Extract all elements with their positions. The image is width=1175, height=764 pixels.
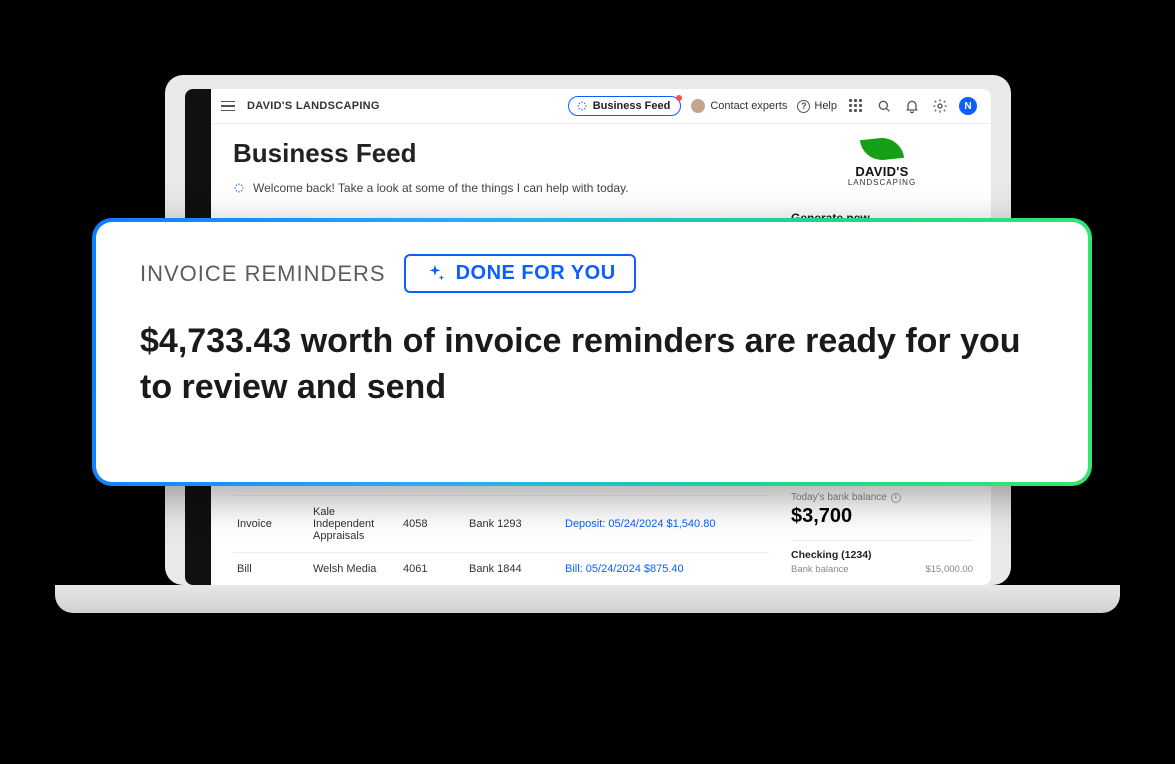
transaction-table: Invoice Kale Independent Appraisals 4058…	[233, 495, 769, 585]
business-feed-pill[interactable]: Business Feed	[568, 96, 682, 116]
done-for-you-label: DONE FOR YOU	[456, 262, 616, 285]
num-cell: 4058	[403, 518, 463, 530]
account-sub-label: Bank balance	[791, 564, 849, 575]
sparkle-icon	[424, 263, 446, 285]
total-balance: $3,700	[791, 505, 973, 528]
balance-label: Today's bank balance i	[791, 492, 973, 503]
help-button[interactable]: ? Help	[797, 100, 837, 113]
bank-cell: Bank 1844	[469, 563, 559, 575]
search-icon	[876, 98, 892, 114]
bank-accounts-section: Bank accounts As of today Today's bank b…	[791, 472, 973, 585]
type-cell: Bill	[237, 563, 307, 575]
account-sub-value: $15,000.00	[925, 564, 973, 575]
help-label: Help	[814, 100, 837, 112]
done-for-you-badge: DONE FOR YOU	[404, 254, 636, 293]
table-row[interactable]: Invoice Kale Independent Appraisals 4058…	[233, 495, 769, 552]
detail-link[interactable]: Bill: 05/24/2024 $875.40	[565, 563, 765, 575]
apps-button[interactable]	[847, 97, 865, 115]
company-name: DAVID'S LANDSCAPING	[247, 100, 380, 112]
notification-dot	[676, 95, 682, 101]
user-avatar[interactable]: N	[959, 97, 977, 115]
callout-message: $4,733.43 worth of invoice reminders are…	[140, 319, 1040, 411]
party-cell: Welsh Media	[313, 563, 397, 575]
search-button[interactable]	[875, 97, 893, 115]
notifications-button[interactable]	[903, 97, 921, 115]
account-name: Checking (1234)	[791, 549, 973, 561]
sparkle-icon	[576, 100, 588, 112]
contact-experts-button[interactable]: Contact experts	[691, 99, 787, 113]
expert-avatar-icon	[691, 99, 705, 113]
bell-icon	[904, 98, 920, 114]
logo-sub: LANDSCAPING	[848, 178, 916, 187]
bank-cell: Bank 1293	[469, 518, 559, 530]
info-icon[interactable]: i	[891, 493, 901, 503]
invoice-reminders-callout: INVOICE REMINDERS DONE FOR YOU $4,733.43…	[92, 218, 1092, 486]
logo-name: DAVID'S	[848, 164, 916, 179]
help-icon: ?	[797, 100, 810, 113]
company-logo: DAVID'S LANDSCAPING	[791, 138, 973, 187]
welcome-text: Welcome back! Take a look at some of the…	[253, 181, 629, 195]
menu-icon[interactable]	[221, 98, 237, 114]
contact-experts-label: Contact experts	[710, 100, 787, 112]
page-title: Business Feed	[233, 138, 769, 169]
account-row[interactable]: Checking (1234) Bank balance $15,000.00	[791, 540, 973, 575]
leaf-icon	[860, 136, 904, 162]
party-cell: Kale Independent Appraisals	[313, 506, 397, 542]
detail-link[interactable]: Deposit: 05/24/2024 $1,540.80	[565, 518, 765, 530]
welcome-row: Welcome back! Take a look at some of the…	[233, 181, 769, 195]
settings-button[interactable]	[931, 97, 949, 115]
num-cell: 4061	[403, 563, 463, 575]
table-row[interactable]: Bill Welsh Media 4061 Bank 1844 Bill: 05…	[233, 552, 769, 585]
business-feed-label: Business Feed	[593, 100, 671, 112]
callout-category: INVOICE REMINDERS	[140, 261, 386, 287]
apps-grid-icon	[849, 99, 863, 113]
type-cell: Invoice	[237, 518, 307, 530]
gear-icon	[932, 98, 948, 114]
sparkle-icon	[233, 182, 245, 194]
topbar: DAVID'S LANDSCAPING Business Feed Contac…	[211, 89, 991, 124]
laptop-base	[55, 585, 1120, 613]
